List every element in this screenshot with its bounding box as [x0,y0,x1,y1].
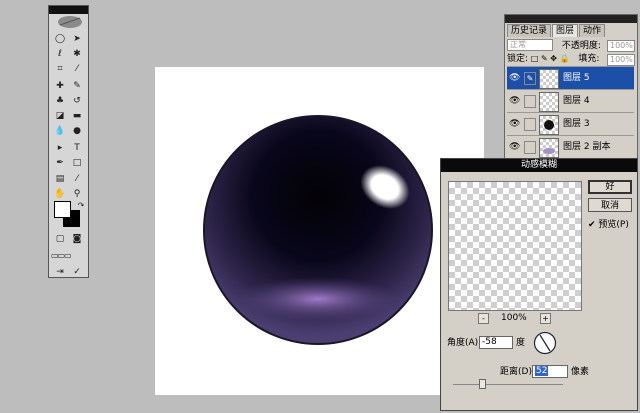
cancel-button[interactable]: 取消 [588,198,632,212]
lock-fill-row: 锁定: □ ✎ ✥ 🔒 填充: 100% [507,53,635,66]
layer-thumbnail [539,69,559,89]
layer-name: 图层 5 [563,73,590,83]
layer-name: 图层 2 副本 [563,142,611,152]
preview-area[interactable] [448,181,582,311]
toolbox-panel: ◯ ➤ ℓ ✱ ⌗ ⁄ ✚ ✎ ♣ ↺ ◪ ▬ 💧 ● ▸ T ✒ □ ▤ ⁄ … [48,5,89,278]
shape-tool-icon[interactable]: □ [70,156,84,170]
crop-tool-icon[interactable]: ⌗ [53,62,67,76]
standard-mode-icon[interactable]: ▢ [53,232,67,246]
angle-dial[interactable] [533,331,557,355]
tab-layers[interactable]: 图层 [552,24,579,37]
layers-panel: 历史记录 图层 动作 正常 不透明度: 100% 锁定: □ ✎ ✥ 🔒 填充: 1… [504,14,638,164]
layer-thumbnail [539,115,559,135]
distance-value: 52 [535,366,549,376]
fill-field[interactable]: 100% [607,54,635,66]
lock-label: 锁定: [507,54,529,64]
visibility-eye-icon[interactable]: 👁 [509,95,521,107]
jump-to-imageready-icon[interactable]: ⇥ [53,265,67,279]
type-tool-icon[interactable]: T [70,141,84,155]
preview-checkbox[interactable]: ✔ 预览(P) [588,219,629,231]
blur-tool-icon[interactable]: 💧 [53,124,67,138]
layer-thumbnail [539,92,559,112]
tab-actions[interactable]: 动作 [579,24,606,37]
layer-row[interactable]: 👁 图层 3 [507,112,634,135]
distance-input[interactable]: 52 [532,365,568,378]
quick-mask-mode-icon[interactable]: ◙ [70,232,84,246]
eraser-tool-icon[interactable]: ◪ [53,109,67,123]
zoom-out-button[interactable]: - [478,313,489,324]
checkmark-icon: ✔ [588,220,596,230]
opacity-field[interactable]: 100% [607,40,635,52]
edit-in-imageready-icon[interactable]: ✓ [70,265,84,279]
opacity-label: 不透明度: [561,40,601,51]
layer-row[interactable]: 👁 ✎ 图层 5 [507,66,634,89]
fill-label: 填充: [578,54,600,64]
link-box-icon[interactable] [524,118,536,131]
distance-slider-thumb[interactable] [479,379,486,389]
pen-tool-icon[interactable]: ✒ [53,156,67,170]
zoom-in-button[interactable]: + [540,313,551,324]
panel-tabs: 历史记录 图层 动作 [507,24,606,37]
distance-slider-track[interactable] [453,384,563,385]
visibility-eye-icon[interactable]: 👁 [509,141,521,153]
magic-wand-tool-icon[interactable]: ✱ [70,47,84,61]
layers-panel-titlebar[interactable] [505,15,637,23]
toolbox-titlebar[interactable] [49,6,88,14]
clone-stamp-icon[interactable]: ♣ [53,94,67,108]
distance-label: 距离(D): [500,367,535,377]
layer-name: 图层 4 [563,96,590,106]
tab-history[interactable]: 历史记录 [507,24,552,37]
layer-thumbnail [539,138,559,158]
eyeball-artwork [203,115,433,345]
angle-unit: 度 [516,338,526,348]
lock-icons[interactable]: □ ✎ ✥ 🔒 [531,54,570,63]
history-brush-icon[interactable]: ↺ [70,94,84,108]
visibility-eye-icon[interactable]: 👁 [509,72,521,84]
zoom-level: 100% [501,313,527,323]
ok-button[interactable]: 好 [588,180,632,194]
document-canvas[interactable] [155,67,484,395]
healing-brush-icon[interactable]: ✚ [53,79,67,93]
screen-mode-icons[interactable]: ▭▭▭ [51,249,72,263]
preview-label: 预览(P) [598,220,629,230]
blend-opacity-row: 正常 不透明度: 100% [507,39,635,52]
lasso-tool-icon[interactable]: ℓ [53,47,67,61]
dodge-tool-icon[interactable]: ● [70,124,84,138]
layer-name: 图层 3 [563,119,590,129]
distance-unit: 像素 [571,367,590,377]
brush-tool-icon[interactable]: ✎ [70,79,84,93]
feather-logo-icon [58,16,82,28]
layer-row[interactable]: 👁 图层 4 [507,89,634,112]
link-box-icon[interactable] [524,95,536,108]
angle-input[interactable]: -58 [479,336,513,349]
link-box-icon[interactable] [524,141,536,154]
marquee-tool-icon[interactable]: ◯ [53,32,67,46]
motion-blur-dialog: 动感模糊 好 取消 ✔ 预览(P) - 100% + 角度(A): -58 度 … [440,158,638,411]
path-select-icon[interactable]: ▸ [53,141,67,155]
hand-tool-icon[interactable]: ✋ [53,187,67,201]
move-tool-icon[interactable]: ➤ [70,32,84,46]
purple-glow [236,277,400,321]
gradient-tool-icon[interactable]: ▬ [70,109,84,123]
notes-tool-icon[interactable]: ▤ [53,172,67,186]
visibility-eye-icon[interactable]: 👁 [509,118,521,130]
eyedropper-tool-icon[interactable]: ⁄ [70,172,84,186]
foreground-color-swatch[interactable] [54,201,71,218]
brush-link-icon[interactable]: ✎ [524,72,536,85]
dialog-title[interactable]: 动感模糊 [441,159,637,172]
layer-row[interactable]: 👁 图层 2 副本 [507,135,634,158]
swap-colors-icon[interactable]: ↷ [74,199,88,213]
slice-tool-icon[interactable]: ⁄ [70,62,84,76]
blend-mode-select[interactable]: 正常 [507,39,553,51]
angle-label: 角度(A): [447,338,482,348]
